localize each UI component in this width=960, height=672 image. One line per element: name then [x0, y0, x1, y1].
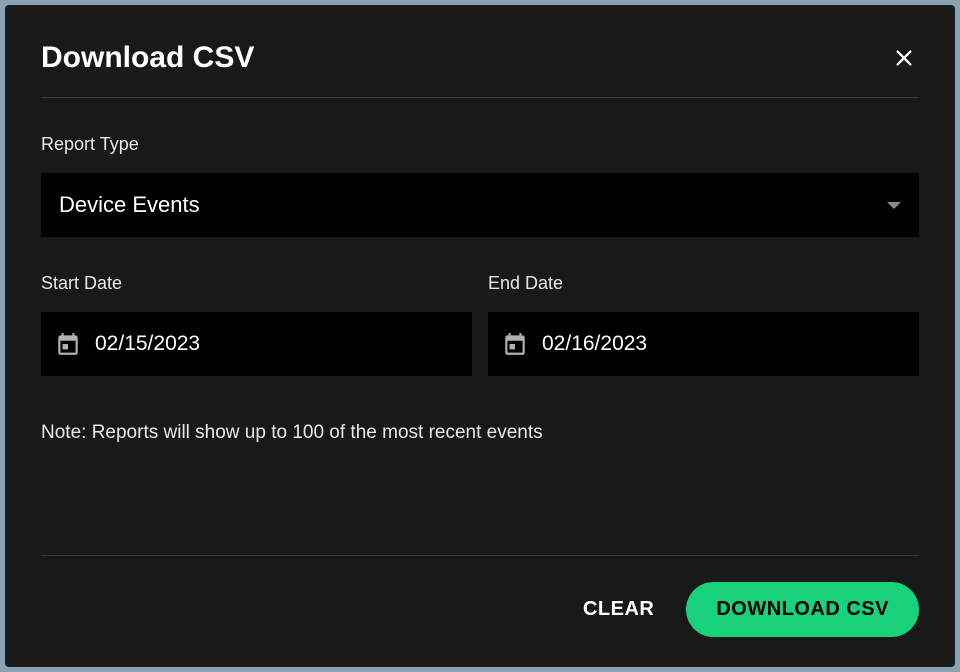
start-date-input[interactable]: 02/15/2023: [41, 312, 472, 376]
end-date-label: End Date: [488, 273, 919, 294]
report-type-field: Report Type Device Events: [41, 134, 919, 237]
end-date-value: 02/16/2023: [542, 332, 647, 356]
clear-button[interactable]: CLEAR: [577, 588, 660, 631]
note-text: Note: Reports will show up to 100 of the…: [41, 422, 919, 444]
close-icon: [893, 47, 915, 69]
modal-header: Download CSV: [41, 41, 919, 98]
report-type-select[interactable]: Device Events: [41, 173, 919, 237]
download-csv-button[interactable]: DOWNLOAD CSV: [686, 582, 919, 637]
calendar-icon: [55, 331, 81, 357]
modal-body: Report Type Device Events Start Date 02/…: [41, 98, 919, 555]
end-date-field: End Date 02/16/2023: [488, 273, 919, 376]
start-date-label: Start Date: [41, 273, 472, 294]
calendar-icon: [502, 331, 528, 357]
date-row: Start Date 02/15/2023 End Date 02/: [41, 273, 919, 376]
start-date-field: Start Date 02/15/2023: [41, 273, 472, 376]
download-csv-modal: Download CSV Report Type Device Events S…: [5, 5, 955, 667]
end-date-input[interactable]: 02/16/2023: [488, 312, 919, 376]
report-type-value: Device Events: [59, 192, 200, 218]
close-button[interactable]: [889, 43, 919, 73]
start-date-value: 02/15/2023: [95, 332, 200, 356]
modal-title: Download CSV: [41, 41, 254, 75]
modal-footer: CLEAR DOWNLOAD CSV: [41, 555, 919, 637]
chevron-down-icon: [887, 202, 901, 209]
report-type-label: Report Type: [41, 134, 919, 155]
